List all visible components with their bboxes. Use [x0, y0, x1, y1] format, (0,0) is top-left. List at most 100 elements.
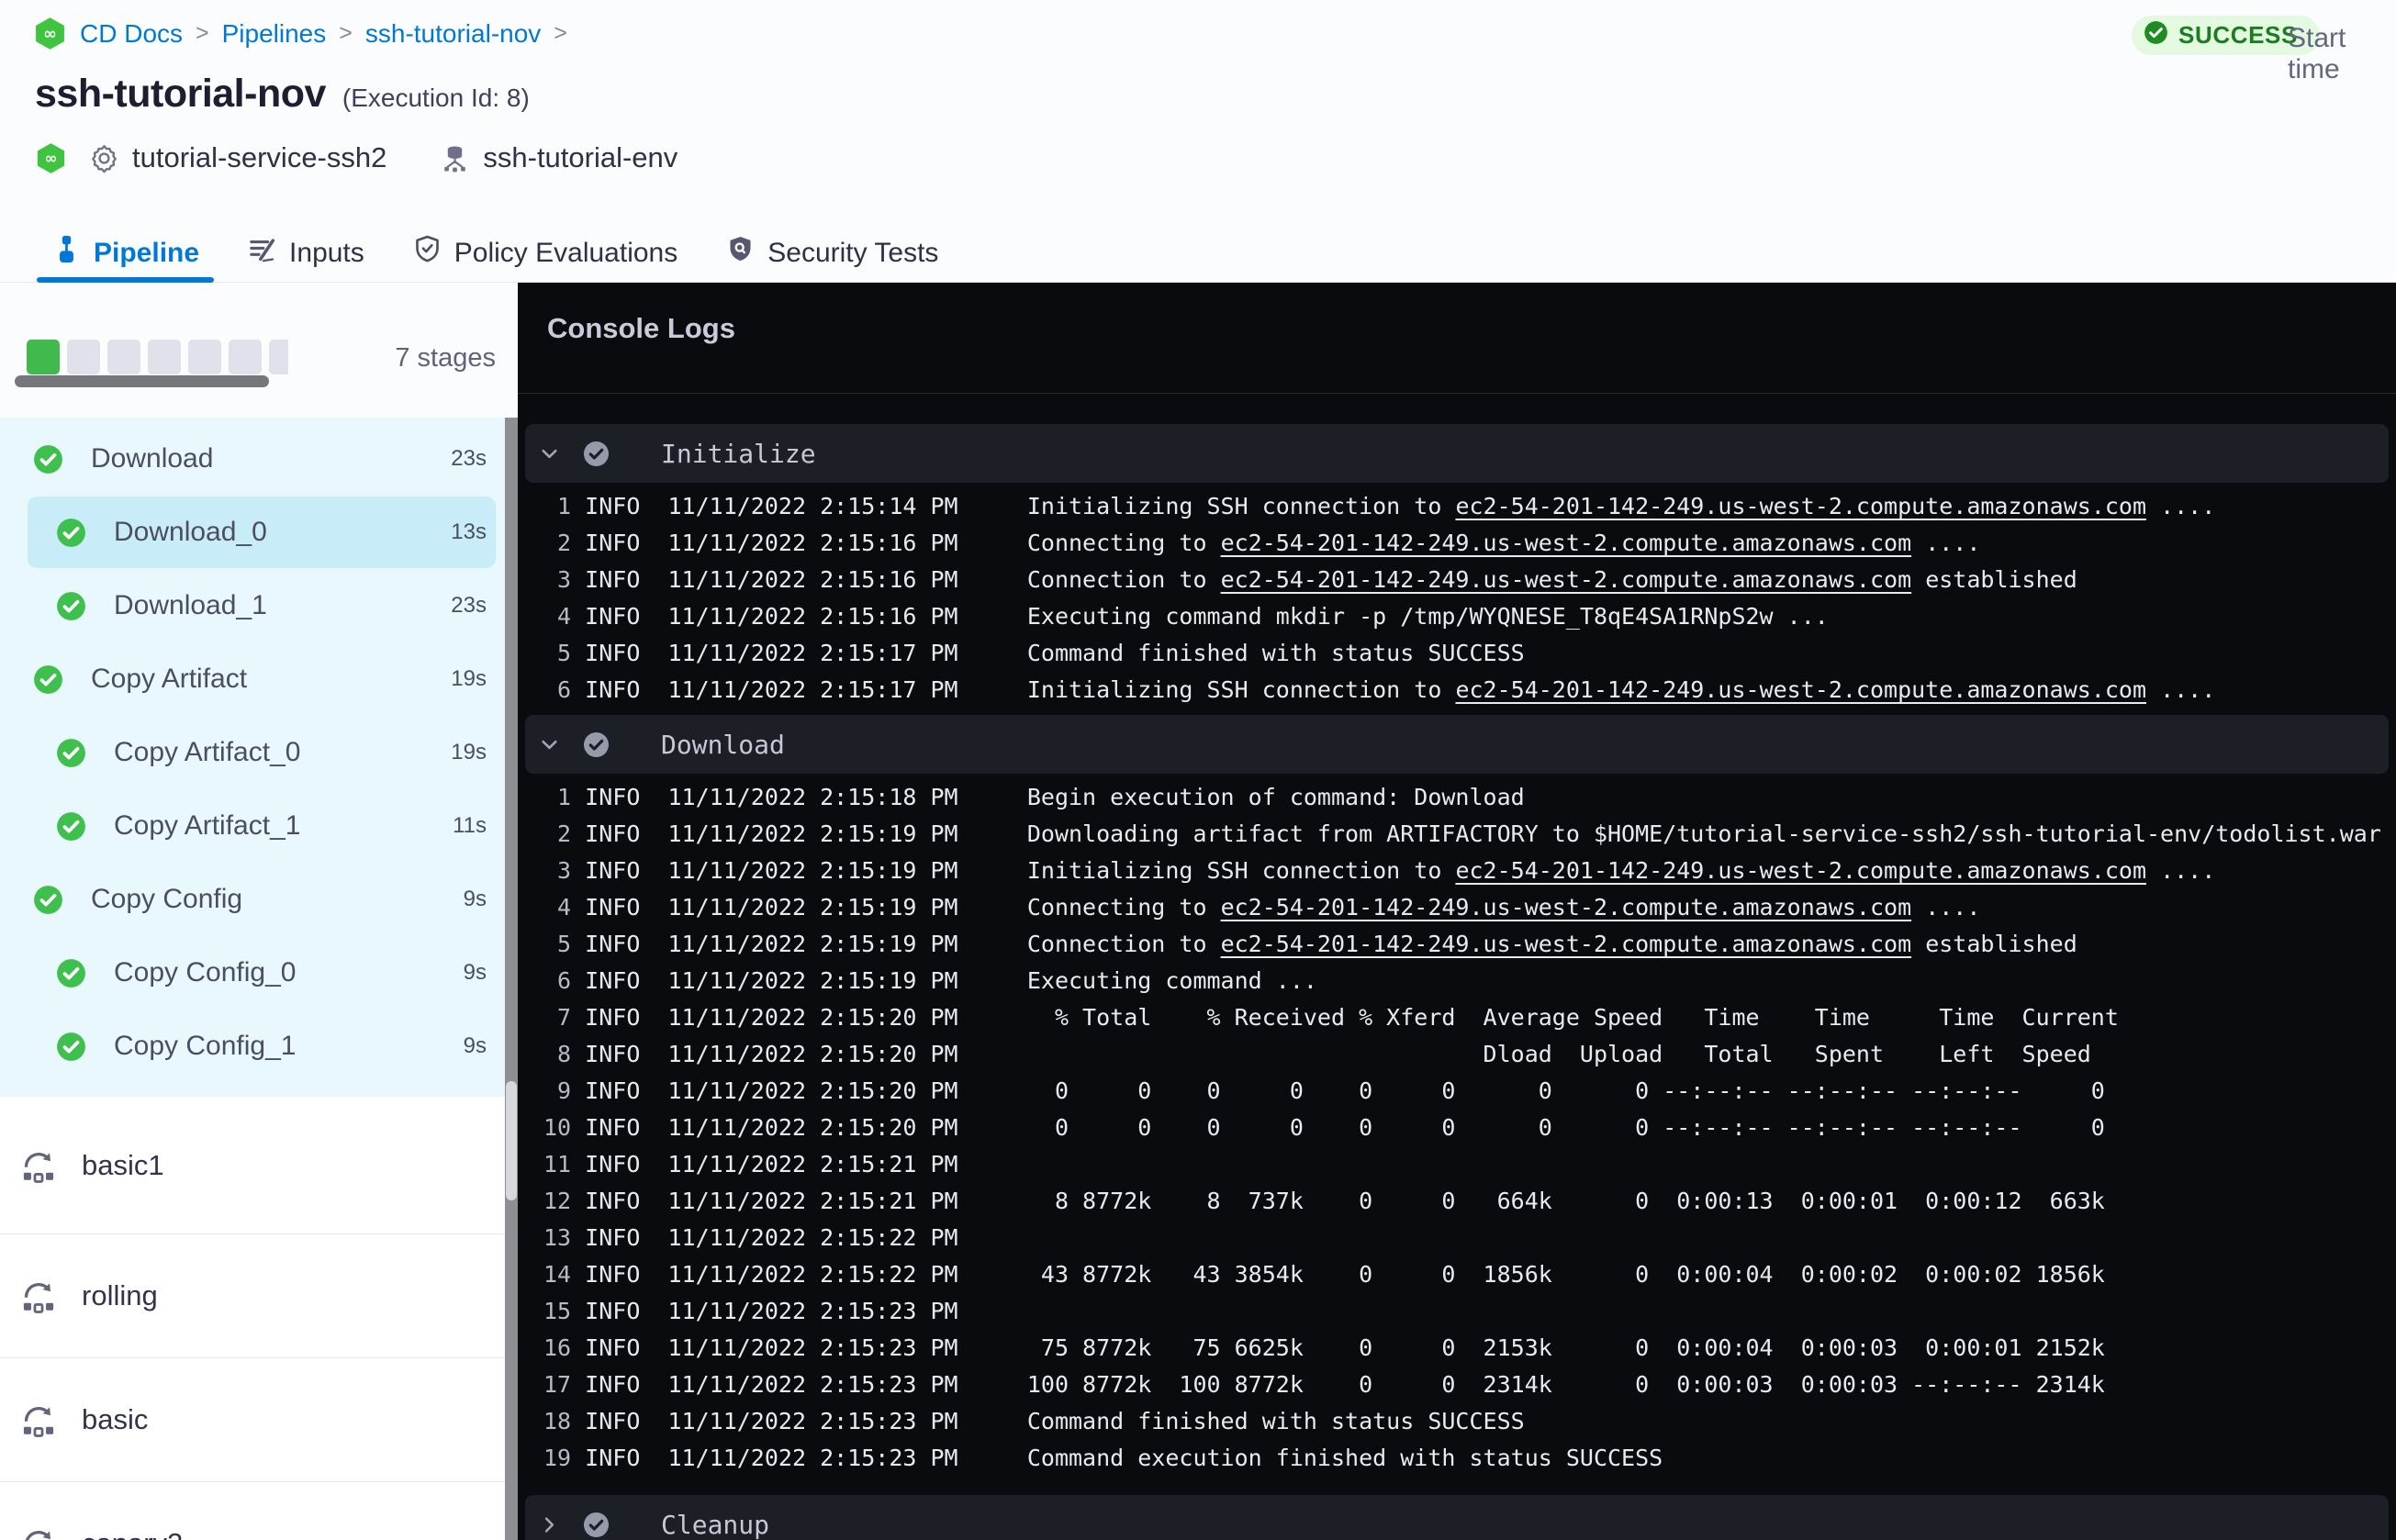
- sidebar-scrollbar[interactable]: [505, 418, 518, 1540]
- console-logs-panel: Console Logs Initialize 1 INFO 11/11/202…: [518, 283, 2396, 1540]
- stage-duration: 19s: [451, 740, 487, 764]
- log-level: INFO: [585, 676, 641, 703]
- stage-row-download[interactable]: Download 23s: [28, 423, 496, 495]
- pipeline-item-basic[interactable]: basic: [0, 1358, 518, 1482]
- log-line-number: 5: [543, 931, 572, 957]
- log-host-link[interactable]: ec2-54-201-142-249.us-west-2.compute.ama…: [1455, 857, 2146, 884]
- breadcrumb-link[interactable]: CD Docs: [80, 19, 183, 49]
- sidebar-scrollbar-thumb[interactable]: [506, 1081, 517, 1200]
- log-host-link[interactable]: ec2-54-201-142-249.us-west-2.compute.ama…: [1221, 894, 1912, 921]
- check-circle-icon: [56, 811, 86, 842]
- log-line: 6 INFO 11/11/2022 2:15:17 PM Initializin…: [543, 676, 2216, 703]
- breadcrumb-link[interactable]: Pipelines: [222, 19, 327, 49]
- breadcrumb-separator: >: [339, 20, 353, 46]
- status-badge-label: SUCCESS: [2178, 21, 2298, 49]
- check-circle-icon: [2144, 20, 2168, 51]
- stage-row-download-1[interactable]: Download_1 23s: [28, 570, 496, 642]
- log-level: INFO: [585, 640, 641, 666]
- log-level: INFO: [585, 1041, 641, 1067]
- stage-row-download-0[interactable]: Download_0 13s: [28, 497, 496, 568]
- stage-row-copy-artifact-0[interactable]: Copy Artifact_0 19s: [28, 717, 496, 788]
- log-line-number: 6: [543, 967, 572, 994]
- log-host-link[interactable]: ec2-54-201-142-249.us-west-2.compute.ama…: [1221, 530, 1912, 556]
- pipeline-item-canary2[interactable]: canary2: [0, 1482, 518, 1540]
- log-host-link[interactable]: ec2-54-201-142-249.us-west-2.compute.ama…: [1455, 493, 2146, 519]
- log-section-header-cleanup[interactable]: Cleanup: [525, 1495, 2389, 1540]
- gear-icon: [89, 143, 119, 173]
- stage-row-copy-config[interactable]: Copy Config 9s: [28, 864, 496, 935]
- log-host-link[interactable]: ec2-54-201-142-249.us-west-2.compute.ama…: [1221, 931, 1912, 957]
- harness-cd-logo-icon: ∞: [35, 142, 67, 174]
- log-line: 15 INFO 11/11/2022 2:15:23 PM: [518, 1293, 2396, 1330]
- stage-row-copy-config-0[interactable]: Copy Config_0 9s: [28, 937, 496, 1009]
- log-line: 4 INFO 11/11/2022 2:15:16 PM Executing c…: [543, 603, 1829, 630]
- breadcrumb-separator: >: [196, 20, 209, 46]
- log-level: INFO: [585, 1371, 641, 1398]
- stage-progress-squares: [27, 340, 288, 374]
- log-level: INFO: [585, 493, 641, 519]
- check-circle-icon: [583, 1512, 610, 1538]
- stage-progress-square: [188, 340, 221, 374]
- chevron-right-icon[interactable]: [538, 1513, 561, 1536]
- log-line-number: 4: [543, 603, 572, 630]
- breadcrumb-link[interactable]: ssh-tutorial-nov: [365, 19, 541, 49]
- tab-inputs[interactable]: Inputs: [232, 224, 379, 282]
- log-line: 7 INFO 11/11/2022 2:15:20 PM % Total % R…: [543, 1004, 2119, 1031]
- tab-pipeline[interactable]: Pipeline: [37, 224, 215, 283]
- tab-policy-evaluations[interactable]: Policy Evaluations: [397, 224, 692, 282]
- start-time-label: Start time: [2288, 23, 2346, 84]
- log-section-header-initialize[interactable]: Initialize: [525, 424, 2389, 483]
- check-circle-icon: [56, 518, 86, 548]
- stage-row-copy-config-1[interactable]: Copy Config_1 9s: [28, 1010, 496, 1082]
- log-timestamp: 11/11/2022 2:15:22 PM: [667, 1224, 958, 1251]
- log-line: 16 INFO 11/11/2022 2:15:23 PM 75 8772k 7…: [543, 1334, 2105, 1361]
- log-line-number: 19: [543, 1445, 572, 1471]
- stage-row-copy-artifact-1[interactable]: Copy Artifact_1 11s: [28, 790, 496, 862]
- log-timestamp: 11/11/2022 2:15:20 PM: [667, 1114, 958, 1141]
- log-section-header-download[interactable]: Download: [525, 715, 2389, 774]
- check-circle-icon: [583, 441, 610, 467]
- log-lines-download: 1 INFO 11/11/2022 2:15:18 PM Begin execu…: [518, 774, 2396, 1481]
- svg-text:∞: ∞: [43, 25, 57, 43]
- check-circle-icon: [56, 591, 86, 621]
- chevron-down-icon[interactable]: [538, 442, 561, 465]
- log-timestamp: 11/11/2022 2:15:16 PM: [667, 566, 958, 593]
- log-level: INFO: [585, 931, 641, 957]
- stage-duration: 19s: [451, 666, 487, 691]
- log-timestamp: 11/11/2022 2:15:19 PM: [667, 931, 958, 957]
- chevron-down-icon[interactable]: [538, 733, 561, 756]
- inputs-icon: [247, 234, 277, 272]
- log-line-number: 2: [543, 820, 572, 847]
- pipeline-item-rolling[interactable]: rolling: [0, 1234, 518, 1358]
- security-shield-icon: [725, 234, 756, 272]
- tab-security-tests[interactable]: Security Tests: [711, 224, 953, 282]
- log-host-link[interactable]: ec2-54-201-142-249.us-west-2.compute.ama…: [1221, 566, 1912, 593]
- pipeline-icon: [51, 234, 82, 272]
- stage-count-label: 7 stages: [395, 343, 496, 373]
- log-level: INFO: [585, 1077, 641, 1104]
- stage-duration: 9s: [463, 1033, 487, 1058]
- log-line-number: 15: [543, 1298, 572, 1324]
- log-line: 3 INFO 11/11/2022 2:15:19 PM Initializin…: [543, 857, 2216, 884]
- environment-name[interactable]: ssh-tutorial-env: [483, 141, 677, 174]
- log-timestamp: 11/11/2022 2:15:21 PM: [667, 1188, 958, 1214]
- log-timestamp: 11/11/2022 2:15:23 PM: [667, 1445, 958, 1471]
- log-timestamp: 11/11/2022 2:15:21 PM: [667, 1151, 958, 1177]
- stage-progress-square: [107, 340, 140, 374]
- log-line-number: 11: [543, 1151, 572, 1177]
- log-line: 2 INFO 11/11/2022 2:15:19 PM Downloading…: [543, 820, 2381, 847]
- log-host-link[interactable]: ec2-54-201-142-249.us-west-2.compute.ama…: [1455, 676, 2146, 703]
- stage-name: Copy Artifact_1: [114, 810, 301, 841]
- service-name[interactable]: tutorial-service-ssh2: [132, 141, 386, 174]
- log-line: 3 INFO 11/11/2022 2:15:16 PM Connection …: [543, 566, 2077, 593]
- log-timestamp: 11/11/2022 2:15:20 PM: [667, 1041, 958, 1067]
- pipeline-item-basic1[interactable]: basic1: [0, 1097, 518, 1234]
- stage-graph-scrollbar[interactable]: [15, 375, 269, 387]
- page-title-row: ssh-tutorial-nov (Execution Id: 8): [35, 72, 530, 117]
- log-timestamp: 11/11/2022 2:15:20 PM: [667, 1004, 958, 1031]
- check-circle-icon: [33, 444, 63, 474]
- stage-row-copy-artifact[interactable]: Copy Artifact 19s: [28, 643, 496, 715]
- page-title: ssh-tutorial-nov: [35, 72, 326, 116]
- tab-label: Pipeline: [94, 237, 200, 268]
- log-level: INFO: [585, 967, 641, 994]
